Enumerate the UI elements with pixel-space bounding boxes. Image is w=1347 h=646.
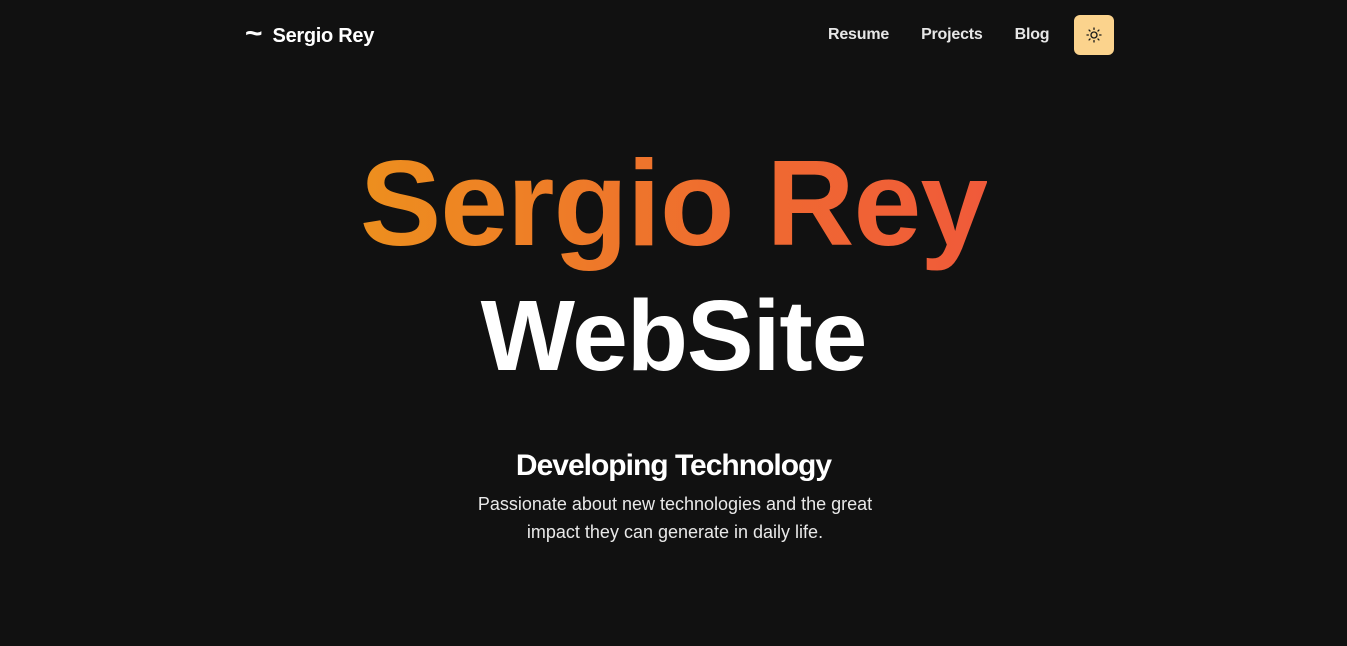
main-nav: Resume Projects Blog [812,15,1115,55]
hero-title-text: Sergio Rey [359,135,988,271]
nav-link-resume[interactable]: Resume [812,26,905,44]
intro-text: Passionate about new technologies and th… [477,494,873,542]
sun-icon [1086,27,1103,43]
tilde-logo-icon: ~ [245,17,263,50]
nav-link-blog[interactable]: Blog [999,26,1066,44]
brand-home-link[interactable]: ~ Sergio Rey [245,17,375,51]
page: ~ Sergio Rey Resume Projects Blog Sergio… [0,0,1347,646]
theme-toggle-button[interactable] [1074,15,1115,55]
hero-subtitle: WebSite [480,280,868,392]
intro-heading: Developing Technology [515,449,832,482]
brand-name: Sergio Rey [272,24,375,47]
hero-title: Sergio Rey [0,128,1347,278]
site-header: ~ Sergio Rey Resume Projects Blog [0,0,1347,70]
nav-link-projects[interactable]: Projects [905,26,999,44]
